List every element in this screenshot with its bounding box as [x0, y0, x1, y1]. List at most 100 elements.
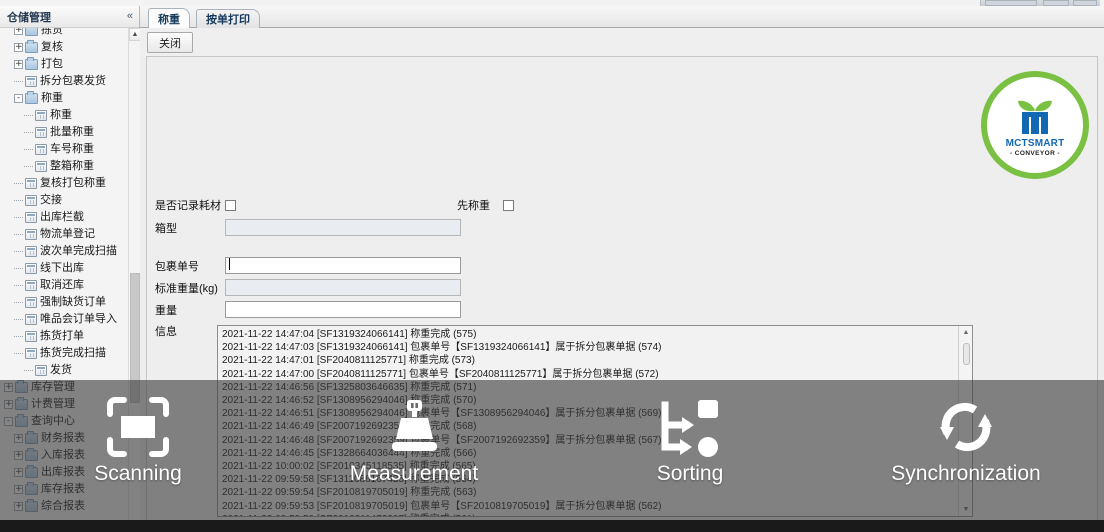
expand-icon[interactable]: + — [14, 60, 23, 69]
log-scroll-thumb[interactable] — [963, 343, 970, 365]
sidebar-item-8[interactable]: 整箱称重 — [0, 158, 128, 175]
log-scroll-up-icon[interactable]: ▲ — [959, 327, 972, 340]
std-weight-input[interactable] — [225, 279, 461, 296]
sidebar-item-5[interactable]: 称重 — [0, 107, 128, 124]
log-line: 2021-11-22 14:46:45 [SF1328664036444] 称重… — [222, 447, 477, 459]
sidebar-item-28[interactable]: + 综合报表 — [0, 498, 128, 515]
sidebar-title: 仓储管理 — [7, 11, 51, 24]
tab-print-by-order[interactable]: 按单打印 — [196, 9, 260, 28]
sidebar-item-23[interactable]: - 查询中心 — [0, 413, 128, 430]
field-weigh-first: 先称重 — [457, 197, 514, 213]
expand-icon[interactable]: + — [14, 451, 23, 460]
sidebar-item-20[interactable]: 发货 — [0, 362, 128, 379]
sidebar-item-label: 拣货打单 — [40, 330, 84, 342]
field-parcel-no: 包裹单号 — [155, 257, 461, 274]
folder-icon — [25, 499, 38, 512]
expand-icon[interactable]: + — [14, 485, 23, 494]
parcel-no-label: 包裹单号 — [155, 260, 199, 273]
sidebar-item-21[interactable]: + 库存管理 — [0, 379, 128, 396]
page-icon — [25, 178, 37, 189]
sidebar-scrollbar[interactable]: ▲ — [128, 28, 140, 532]
sidebar-item-label: 复核打包称重 — [40, 177, 106, 189]
sidebar-tree[interactable]: + 拣货 + 复核 + 打包 拆分包裹发货 - 称重称重批量称重车号称重 整箱称重复核打包称重交接… — [0, 28, 140, 532]
parcel-no-input[interactable] — [225, 257, 461, 274]
tree-root: + 拣货 + 复核 + 打包 拆分包裹发货 - 称重称重批量称重车号称重 整箱称重复核打包称重交接… — [0, 28, 128, 515]
box-type-input[interactable] — [225, 219, 461, 236]
folder-icon — [25, 465, 38, 478]
sidebar-item-label: 批量称重 — [50, 126, 94, 138]
sidebar-item-label: 线下出库 — [40, 262, 84, 274]
collapse-icon[interactable]: - — [4, 417, 13, 426]
sidebar-item-25[interactable]: + 入库报表 — [0, 447, 128, 464]
tree-connector — [14, 77, 23, 86]
sidebar-item-label: 称重 — [50, 109, 72, 121]
folder-icon — [25, 40, 38, 53]
sidebar-item-label: 入库报表 — [41, 449, 85, 461]
sidebar-item-label: 唯品会订单导入 — [40, 313, 117, 325]
tab-weighing[interactable]: 称重 — [148, 8, 190, 28]
field-record-material: 是否记录耗材 — [155, 197, 236, 213]
sidebar-item-22[interactable]: + 计费管理 — [0, 396, 128, 413]
sidebar-item-12[interactable]: 物流单登记 — [0, 226, 128, 243]
weight-input[interactable] — [225, 301, 461, 318]
page-icon — [25, 314, 37, 325]
chevrons-left-icon[interactable]: « — [127, 9, 133, 23]
record-material-checkbox[interactable] — [225, 199, 236, 211]
field-box-type: 箱型 — [155, 219, 461, 236]
toolbar: 关闭 — [140, 28, 1104, 56]
page-icon — [25, 348, 37, 359]
sidebar-item-7[interactable]: 车号称重 — [0, 141, 128, 158]
sidebar-item-label: 拣货完成扫描 — [40, 347, 106, 359]
tree-connector — [14, 213, 23, 222]
scroll-up-icon[interactable]: ▲ — [129, 28, 140, 41]
log-line: 2021-11-22 09:59:53 [SF2010819705019] 包裹… — [222, 500, 662, 512]
tree-connector — [14, 196, 23, 205]
tree-connector — [14, 315, 23, 324]
info-log-box[interactable]: 2021-11-22 14:47:04 [SF1319324066141] 称重… — [217, 325, 973, 517]
weigh-first-checkbox[interactable] — [503, 199, 514, 211]
collapse-icon[interactable]: - — [14, 94, 23, 103]
log-lines: 2021-11-22 14:47:04 [SF1319324066141] 称重… — [218, 328, 957, 516]
sidebar-item-2[interactable]: + 打包 — [0, 56, 128, 73]
log-line: 2021-11-22 10:00:02 [SF2010345118535] 称重… — [222, 461, 476, 473]
sidebar-item-9[interactable]: 复核打包称重 — [0, 175, 128, 192]
folder-icon — [25, 482, 38, 495]
log-scrollbar[interactable]: ▲ ▼ — [958, 326, 972, 516]
sidebar-item-0[interactable]: + 拣货 — [0, 28, 128, 39]
sidebar-item-27[interactable]: + 库存报表 — [0, 481, 128, 498]
sidebar-item-6[interactable]: 批量称重 — [0, 124, 128, 141]
log-line: 2021-11-22 14:46:52 [SF1308956294046] 称重… — [222, 395, 477, 407]
page-icon — [25, 331, 37, 342]
sidebar-item-10[interactable]: 交接 — [0, 192, 128, 209]
expand-icon[interactable]: + — [14, 468, 23, 477]
sidebar-item-16[interactable]: 强制缺货订单 — [0, 294, 128, 311]
sidebar-item-label: 波次单完成扫描 — [40, 245, 117, 257]
sidebar-item-19[interactable]: 拣货完成扫描 — [0, 345, 128, 362]
sidebar-item-3[interactable]: 拆分包裹发货 — [0, 73, 128, 90]
sidebar-item-13[interactable]: 波次单完成扫描 — [0, 243, 128, 260]
tree-connector — [24, 162, 33, 171]
folder-icon — [25, 91, 38, 104]
sidebar-item-18[interactable]: 拣货打单 — [0, 328, 128, 345]
expand-icon[interactable]: + — [4, 383, 13, 392]
sidebar-item-1[interactable]: + 复核 — [0, 39, 128, 56]
sidebar-item-24[interactable]: + 财务报表 — [0, 430, 128, 447]
expand-icon[interactable]: + — [14, 28, 23, 35]
sidebar-scroll-thumb[interactable] — [130, 273, 140, 403]
sidebar-item-15[interactable]: 取消还库 — [0, 277, 128, 294]
sidebar-item-14[interactable]: 线下出库 — [0, 260, 128, 277]
expand-icon[interactable]: + — [14, 43, 23, 52]
close-button[interactable]: 关闭 — [147, 32, 193, 53]
expand-icon[interactable]: + — [14, 502, 23, 511]
weigh-first-label: 先称重 — [457, 200, 490, 212]
tree-connector — [14, 281, 23, 290]
sidebar-item-4[interactable]: - 称重 — [0, 90, 128, 107]
sidebar-item-11[interactable]: 出库栏截 — [0, 209, 128, 226]
page-icon — [25, 195, 37, 206]
expand-icon[interactable]: + — [14, 434, 23, 443]
sidebar-item-26[interactable]: + 出库报表 — [0, 464, 128, 481]
bottom-bar — [0, 520, 1104, 532]
expand-icon[interactable]: + — [4, 400, 13, 409]
sidebar-item-17[interactable]: 唯品会订单导入 — [0, 311, 128, 328]
log-scroll-down-icon[interactable]: ▼ — [959, 504, 972, 516]
